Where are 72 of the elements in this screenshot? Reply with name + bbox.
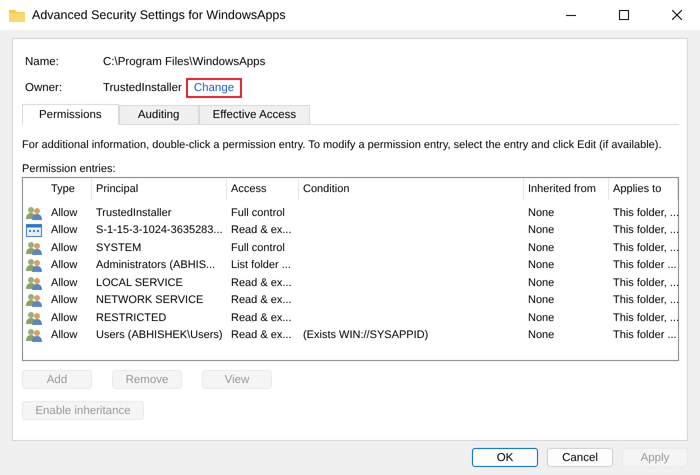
table-cell-text: This folder, ...: [612, 312, 680, 324]
users-icon: [26, 328, 42, 342]
table-cell-text: Allow: [50, 294, 78, 306]
table-cell-text: Allow: [50, 312, 78, 324]
table-cell-text: TrustedInstaller: [95, 206, 172, 219]
access-header[interactable]: Access: [227, 178, 299, 200]
table-cell-text: (Exists WIN://SYSAPPID): [302, 329, 430, 342]
table-cell-text: Full control: [230, 242, 286, 254]
inherited-from-header[interactable]: Inherited from: [524, 178, 609, 200]
applies-to-header[interactable]: Applies to: [609, 178, 678, 200]
table-cell-text: Allow: [50, 206, 78, 219]
tab[interactable]: Permissions: [22, 104, 119, 125]
table-cell-text: This folder, ...: [612, 294, 680, 306]
permission-entries-label: Permission entries:: [22, 163, 117, 175]
type-header[interactable]: Type: [47, 178, 92, 200]
table-cell-text: Allow: [50, 276, 78, 289]
table-cell-text: None: [527, 276, 556, 289]
info-text: For additional information, double-click a permission entry. To modify a permission entry, select the entry and click Edit (if available).: [22, 139, 663, 151]
table-cell-text: This folder ...: [612, 259, 678, 272]
window-title: Advanced Security Settings for WindowsApps: [32, 8, 287, 22]
table-cell-text: List folder ...: [230, 259, 292, 272]
table-cell-text: Allow: [50, 242, 78, 254]
table-cell-text: Allow: [50, 329, 78, 342]
table-cell-text: Allow: [50, 259, 78, 272]
table-cell-text: None: [527, 294, 556, 306]
table-cell-text: Administrators (ABHIS...: [95, 259, 216, 272]
table-cell-text: None: [527, 329, 556, 342]
table-cell-text: This folder, ...: [612, 224, 680, 236]
owner-value: TrustedInstaller: [103, 82, 182, 94]
users-icon: [26, 258, 42, 272]
table-cell-text: Read & ex...: [230, 294, 293, 306]
tab[interactable]: Effective Access: [198, 105, 310, 124]
principal-header[interactable]: Principal: [92, 178, 227, 200]
table-cell-text: Read & ex...: [230, 276, 293, 289]
users-icon: [26, 310, 42, 325]
name-value: C:\Program Files\WindowsApps: [103, 56, 266, 68]
ok-button[interactable]: OK: [472, 448, 538, 467]
table-cell-text: Full control: [230, 206, 286, 219]
tab[interactable]: Auditing: [118, 105, 199, 124]
table-cell-text: Users (ABHISHEK\Users): [95, 329, 224, 342]
users-icon: [26, 206, 42, 220]
table-cell-text: This folder, ...: [612, 206, 680, 219]
table-cell-text: Allow: [50, 224, 78, 236]
table-cell-text: LOCAL SERVICE: [95, 276, 184, 289]
table-cell-text: NETWORK SERVICE: [95, 294, 204, 306]
name-label: Name:: [24, 56, 60, 68]
table-cell-text: S-1-15-3-1024-3635283...: [95, 224, 224, 236]
minimize-icon: [566, 14, 576, 16]
condition-header[interactable]: Condition: [299, 178, 524, 200]
table-cell-text: Read & ex...: [230, 224, 293, 236]
change-link[interactable]: Change: [186, 78, 242, 98]
table-cell-text: This folder ...: [612, 329, 678, 342]
app-window-icon: [26, 224, 42, 237]
users-icon: [26, 293, 42, 308]
table-cell-text: None: [527, 259, 556, 272]
table-cell-text: None: [527, 242, 556, 254]
users-icon: [26, 276, 42, 290]
table-cell-text: RESTRICTED: [95, 312, 168, 324]
table-cell-text: Read & ex...: [230, 312, 293, 324]
table-cell-text: SYSTEM: [95, 242, 142, 254]
table-cell-text: This folder, ...: [612, 276, 680, 289]
table-cell-text: None: [527, 224, 556, 236]
table-cell-text: None: [527, 312, 556, 324]
users-icon: [26, 240, 42, 255]
maximize-icon: [619, 10, 629, 20]
table-cell-text: Read & ex...: [230, 329, 293, 342]
folder-icon: [9, 8, 25, 22]
close-icon: [672, 10, 682, 20]
owner-label: Owner:: [24, 82, 64, 94]
table-cell-text: None: [527, 206, 556, 219]
cancel-button[interactable]: Cancel: [547, 448, 613, 467]
table-cell-text: This folder, ...: [612, 242, 680, 254]
